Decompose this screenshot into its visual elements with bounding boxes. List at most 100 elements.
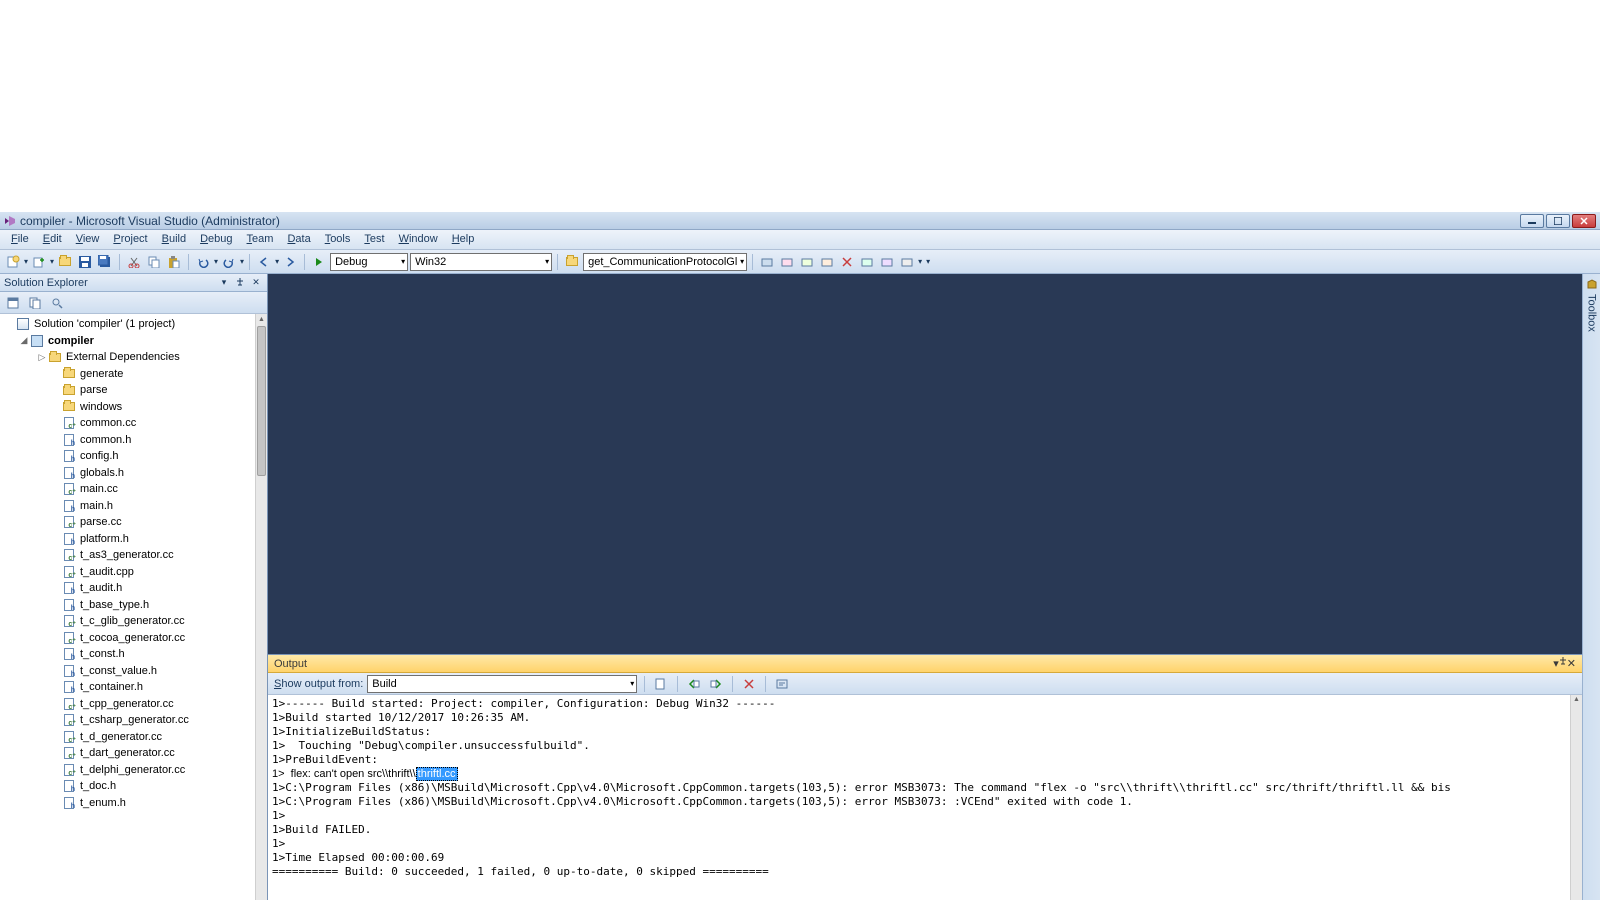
panel-close-icon[interactable]: ✕: [1567, 657, 1576, 670]
configuration-dropdown[interactable]: Debug▾: [330, 253, 408, 271]
find-message-button[interactable]: [652, 675, 670, 693]
pin-icon[interactable]: [233, 276, 247, 290]
file-main-cc[interactable]: main.cc: [0, 481, 255, 498]
file-t_csharp_generator-cc[interactable]: t_csharp_generator.cc: [0, 712, 255, 729]
file-t_audit-h[interactable]: t_audit.h: [0, 580, 255, 597]
toolbar-extra-2[interactable]: [778, 253, 796, 271]
tree-twisty-icon[interactable]: ◢: [18, 335, 30, 346]
file-common-h[interactable]: common.h: [0, 432, 255, 449]
file-parse-cc[interactable]: parse.cc: [0, 514, 255, 531]
add-item-button[interactable]: [30, 253, 48, 271]
file-t_delphi_generator-cc[interactable]: t_delphi_generator.cc: [0, 762, 255, 779]
open-button[interactable]: [56, 253, 74, 271]
folder-generate[interactable]: generate: [0, 366, 255, 383]
solution-node[interactable]: Solution 'compiler' (1 project): [0, 316, 255, 333]
file-t_c_glib_generator-cc[interactable]: t_c_glib_generator.cc: [0, 613, 255, 630]
find-dropdown[interactable]: get_CommunicationProtocolGl▾: [583, 253, 747, 271]
menu-data[interactable]: Data: [280, 230, 317, 249]
next-message-button[interactable]: [707, 675, 725, 693]
cut-button[interactable]: [125, 253, 143, 271]
new-project-button[interactable]: [4, 253, 22, 271]
view-code-button[interactable]: [48, 294, 66, 312]
folder-parse[interactable]: parse: [0, 382, 255, 399]
redo-button[interactable]: [220, 253, 238, 271]
menu-tools[interactable]: Tools: [318, 230, 358, 249]
menu-edit[interactable]: Edit: [36, 230, 69, 249]
menu-window[interactable]: Window: [392, 230, 445, 249]
menu-build[interactable]: Build: [155, 230, 193, 249]
solution-tree[interactable]: Solution 'compiler' (1 project)◢compiler…: [0, 314, 255, 900]
minimize-button[interactable]: [1520, 214, 1544, 228]
nav-back-button[interactable]: [255, 253, 273, 271]
output-text[interactable]: 1>------ Build started: Project: compile…: [268, 695, 1582, 900]
menu-test[interactable]: Test: [357, 230, 391, 249]
output-scrollbar[interactable]: ▲: [1570, 695, 1582, 900]
file-main-h[interactable]: main.h: [0, 498, 255, 515]
find-in-files-button[interactable]: [563, 253, 581, 271]
file-t_dart_generator-cc[interactable]: t_dart_generator.cc: [0, 745, 255, 762]
toggle-wrap-button[interactable]: [773, 675, 791, 693]
dropdown-arrow-icon[interactable]: ▾: [24, 257, 28, 266]
menu-team[interactable]: Team: [240, 230, 281, 249]
file-t_enum-h[interactable]: t_enum.h: [0, 795, 255, 812]
nav-forward-button[interactable]: [281, 253, 299, 271]
menu-file[interactable]: File: [4, 230, 36, 249]
menu-view[interactable]: View: [69, 230, 107, 249]
file-t_cocoa_generator-cc[interactable]: t_cocoa_generator.cc: [0, 630, 255, 647]
platform-dropdown[interactable]: Win32▾: [410, 253, 552, 271]
start-debug-button[interactable]: [310, 253, 328, 271]
solution-explorer-header[interactable]: Solution Explorer ▾ ✕: [0, 274, 267, 292]
folder-windows[interactable]: windows: [0, 399, 255, 416]
menu-help[interactable]: Help: [445, 230, 482, 249]
dropdown-arrow-icon[interactable]: ▾: [918, 257, 922, 266]
dropdown-arrow-icon[interactable]: ▾: [275, 257, 279, 266]
menu-debug[interactable]: Debug: [193, 230, 239, 249]
toolbar-extra-3[interactable]: [798, 253, 816, 271]
file-globals-h[interactable]: globals.h: [0, 465, 255, 482]
file-t_as3_generator-cc[interactable]: t_as3_generator.cc: [0, 547, 255, 564]
save-all-button[interactable]: [96, 253, 114, 271]
toolbar-extra-6[interactable]: [858, 253, 876, 271]
file-t_const_value-h[interactable]: t_const_value.h: [0, 663, 255, 680]
dropdown-arrow-icon[interactable]: ▾: [50, 257, 54, 266]
properties-button[interactable]: [4, 294, 22, 312]
file-t_audit-cpp[interactable]: t_audit.cpp: [0, 564, 255, 581]
dropdown-arrow-icon[interactable]: ▾: [240, 257, 244, 266]
toolbox-tab[interactable]: Toolbox: [1582, 274, 1600, 900]
pin-icon[interactable]: [1559, 657, 1567, 670]
tree-twisty-icon[interactable]: ▷: [36, 352, 48, 363]
toolbar-extra-5[interactable]: [838, 253, 856, 271]
prev-message-button[interactable]: [685, 675, 703, 693]
dropdown-arrow-icon[interactable]: ▾: [214, 257, 218, 266]
file-t_doc-h[interactable]: t_doc.h: [0, 778, 255, 795]
toolbar-extra-1[interactable]: [758, 253, 776, 271]
file-t_base_type-h[interactable]: t_base_type.h: [0, 597, 255, 614]
file-t_d_generator-cc[interactable]: t_d_generator.cc: [0, 729, 255, 746]
copy-button[interactable]: [145, 253, 163, 271]
output-header[interactable]: Output ▾ ✕: [268, 655, 1582, 673]
titlebar[interactable]: compiler - Microsoft Visual Studio (Admi…: [0, 212, 1600, 230]
toolbar-extra-4[interactable]: [818, 253, 836, 271]
scrollbar-thumb[interactable]: [257, 326, 266, 476]
toolbar-overflow-icon[interactable]: ▾: [926, 257, 930, 266]
file-config-h[interactable]: config.h: [0, 448, 255, 465]
close-button[interactable]: [1572, 214, 1596, 228]
toolbar-extra-8[interactable]: [898, 253, 916, 271]
maximize-button[interactable]: [1546, 214, 1570, 228]
file-t_const-h[interactable]: t_const.h: [0, 646, 255, 663]
toolbar-extra-7[interactable]: [878, 253, 896, 271]
save-button[interactable]: [76, 253, 94, 271]
file-t_container-h[interactable]: t_container.h: [0, 679, 255, 696]
show-all-files-button[interactable]: [26, 294, 44, 312]
tree-scrollbar[interactable]: ▲: [255, 314, 267, 900]
file-common-cc[interactable]: common.cc: [0, 415, 255, 432]
menu-project[interactable]: Project: [106, 230, 154, 249]
editor-area[interactable]: [268, 274, 1600, 654]
external-dependencies-node[interactable]: ▷External Dependencies: [0, 349, 255, 366]
clear-output-button[interactable]: [740, 675, 758, 693]
paste-button[interactable]: [165, 253, 183, 271]
output-source-dropdown[interactable]: Build▾: [367, 675, 637, 693]
file-t_cpp_generator-cc[interactable]: t_cpp_generator.cc: [0, 696, 255, 713]
undo-button[interactable]: [194, 253, 212, 271]
panel-close-icon[interactable]: ✕: [249, 276, 263, 290]
